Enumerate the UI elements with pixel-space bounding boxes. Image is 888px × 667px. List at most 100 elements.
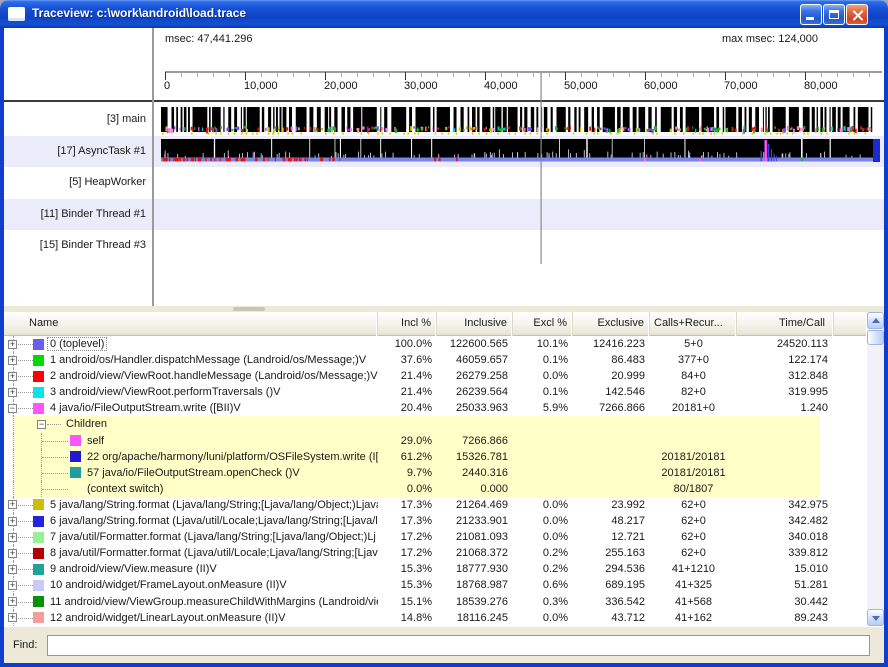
row-name-cell: +5 java/lang/String.format (Ljava/lang/S… <box>4 497 378 513</box>
row-name-cell: +9 android/view/View.measure (II)V <box>4 561 378 577</box>
table-row[interactable]: − Children <box>4 416 867 432</box>
table-row[interactable]: +5 java/lang/String.format (Ljava/lang/S… <box>4 497 867 513</box>
find-input[interactable] <box>47 635 870 656</box>
color-swatch-icon <box>70 467 81 478</box>
expand-toggle[interactable]: + <box>8 533 17 542</box>
calls-cell: 80/1807 <box>650 481 737 497</box>
table-row[interactable]: (context switch)0.0%0.00080/1807 <box>4 481 867 497</box>
inclusive-cell: 18539.276 <box>437 594 513 610</box>
row-name-cell: 57 java/io/FileOutputStream.openCheck ()… <box>4 465 378 481</box>
svg-text:70,000: 70,000 <box>724 80 758 92</box>
time-per-call-cell <box>737 465 834 481</box>
close-button[interactable] <box>846 4 868 25</box>
expand-toggle[interactable]: + <box>8 372 17 381</box>
scroll-down-button[interactable] <box>867 609 884 626</box>
col-header-inclusive[interactable]: Inclusive <box>437 312 513 336</box>
titlebar[interactable]: Traceview: c:\work\android\load.trace <box>0 0 888 28</box>
tree-line <box>18 344 33 345</box>
expand-toggle[interactable]: + <box>8 517 17 526</box>
timeline-canvas[interactable]: 010,00020,00030,00040,00050,00060,00070,… <box>4 28 884 306</box>
method-name: 4 java/io/FileOutputStream.write ([BII)V <box>50 400 241 416</box>
expand-toggle[interactable]: + <box>8 500 17 509</box>
expand-toggle[interactable]: + <box>8 340 17 349</box>
exclusive-cell: 12.721 <box>573 529 650 545</box>
sash-grip-icon <box>233 307 265 311</box>
method-name: 2 android/view/ViewRoot.handleMessage (L… <box>50 368 378 384</box>
expand-toggle[interactable]: + <box>8 581 17 590</box>
table-row[interactable]: +3 android/view/ViewRoot.performTraversa… <box>4 384 867 400</box>
table-row[interactable]: +8 java/util/Formatter.format (Ljava/uti… <box>4 545 867 561</box>
inclusive-cell: 26279.258 <box>437 368 513 384</box>
row-name-cell: +2 android/view/ViewRoot.handleMessage (… <box>4 368 378 384</box>
maximize-button[interactable] <box>823 4 845 25</box>
tree-line <box>18 521 33 522</box>
expand-toggle[interactable]: − <box>37 420 46 429</box>
col-header-time-call[interactable]: Time/Call <box>737 312 834 336</box>
excl-pct-cell: 0.0% <box>513 368 573 384</box>
col-header-incl-pct[interactable]: Incl % <box>378 312 437 336</box>
scroll-up-button[interactable] <box>867 312 884 329</box>
inclusive-cell: 21264.469 <box>437 497 513 513</box>
tree-line <box>18 569 33 570</box>
incl-pct-cell: 100.0% <box>378 336 437 352</box>
table-row[interactable]: 57 java/io/FileOutputStream.openCheck ()… <box>4 465 867 481</box>
incl-pct-cell: 15.3% <box>378 577 437 593</box>
table-row[interactable]: +6 java/lang/String.format (Ljava/util/L… <box>4 513 867 529</box>
expand-toggle[interactable]: + <box>8 549 17 558</box>
color-swatch-icon <box>33 580 44 591</box>
exclusive-cell <box>573 416 650 432</box>
minimize-button[interactable] <box>800 4 822 25</box>
table-row[interactable]: +10 android/widget/FrameLayout.onMeasure… <box>4 577 867 593</box>
table-row[interactable]: self29.0%7266.866 <box>4 433 867 449</box>
method-name: 5 java/lang/String.format (Ljava/lang/St… <box>50 497 378 513</box>
expand-toggle[interactable]: + <box>8 565 17 574</box>
children-group-label: Children <box>66 416 107 432</box>
expand-toggle[interactable]: + <box>8 388 17 397</box>
row-name-cell: +7 java/util/Formatter.format (Ljava/lan… <box>4 529 378 545</box>
calls-cell: 41+1210 <box>650 561 737 577</box>
tree-line <box>42 489 68 490</box>
method-name: 6 java/lang/String.format (Ljava/util/Lo… <box>50 513 378 529</box>
inclusive-cell <box>437 416 513 432</box>
excl-pct-cell: 0.0% <box>513 513 573 529</box>
time-per-call-cell: 319.995 <box>737 384 834 400</box>
table-row[interactable]: +0 (toplevel)100.0%122600.56510.1%12416.… <box>4 336 867 352</box>
table-row[interactable]: 22 org/apache/harmony/luni/platform/OSFi… <box>4 449 867 465</box>
exclusive-cell: 294.536 <box>573 561 650 577</box>
time-per-call-cell <box>737 449 834 465</box>
expand-toggle[interactable]: − <box>8 404 17 413</box>
color-swatch-icon <box>33 548 44 559</box>
time-per-call-cell: 15.010 <box>737 561 834 577</box>
table-row[interactable]: +12 android/widget/LinearLayout.onMeasur… <box>4 610 867 626</box>
excl-pct-cell: 0.6% <box>513 577 573 593</box>
col-header-excl-pct[interactable]: Excl % <box>513 312 573 336</box>
color-swatch-icon <box>70 435 81 446</box>
table-row[interactable]: +9 android/view/View.measure (II)V15.3%1… <box>4 561 867 577</box>
expand-toggle[interactable]: + <box>8 356 17 365</box>
vertical-scrollbar[interactable] <box>867 312 884 626</box>
inclusive-cell: 18116.245 <box>437 610 513 626</box>
excl-pct-cell: 0.1% <box>513 384 573 400</box>
expand-toggle[interactable]: + <box>8 613 17 622</box>
table-row[interactable]: +7 java/util/Formatter.format (Ljava/lan… <box>4 529 867 545</box>
timeline-panel[interactable]: msec: 47,441.296 max msec: 124,000 [3] m… <box>4 28 884 306</box>
table-row[interactable]: +1 android/os/Handler.dispatchMessage (L… <box>4 352 867 368</box>
scrollbar-thumb[interactable] <box>867 330 884 345</box>
col-header-exclusive[interactable]: Exclusive <box>573 312 650 336</box>
inclusive-cell: 21068.372 <box>437 545 513 561</box>
expand-toggle[interactable]: + <box>8 597 17 606</box>
col-header-calls[interactable]: Calls+Recur... <box>650 312 737 336</box>
tree-line <box>18 537 33 538</box>
tree-line <box>47 424 61 425</box>
incl-pct-cell <box>378 416 437 432</box>
time-per-call-cell: 51.281 <box>737 577 834 593</box>
exclusive-cell: 689.195 <box>573 577 650 593</box>
table-row[interactable]: +2 android/view/ViewRoot.handleMessage (… <box>4 368 867 384</box>
tree-line <box>18 408 33 409</box>
col-header-name[interactable]: Name <box>4 312 378 336</box>
table-row[interactable]: − 4 java/io/FileOutputStream.write ([BII)… <box>4 400 867 416</box>
table-row[interactable]: +11 android/view/ViewGroup.measureChildW… <box>4 594 867 610</box>
exclusive-cell <box>573 465 650 481</box>
incl-pct-cell: 17.2% <box>378 545 437 561</box>
method-name: 8 java/util/Formatter.format (Ljava/util… <box>50 545 378 561</box>
